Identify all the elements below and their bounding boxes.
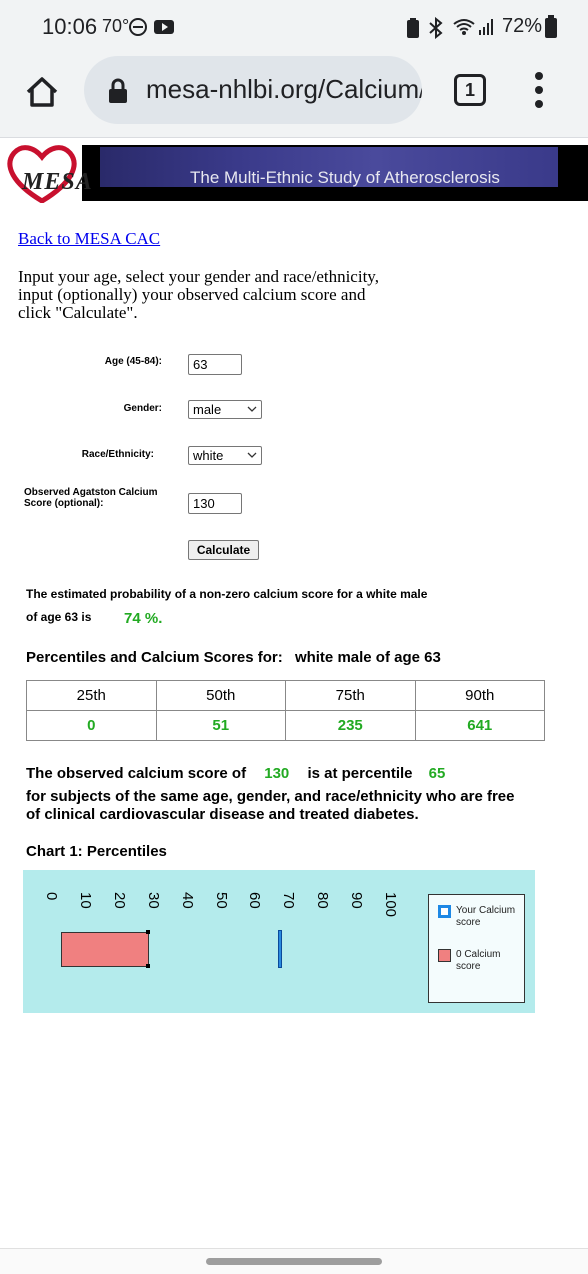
age-label: Age (45-84): (104, 356, 162, 367)
zero-calcium-bar (61, 932, 150, 967)
home-icon[interactable] (22, 72, 62, 112)
x-tick-label: 80 (314, 892, 332, 909)
table-header-cell: 90th (414, 680, 545, 711)
probability-text-line1: The estimated probability of a non-zero … (26, 587, 428, 601)
x-tick-label: 70 (280, 892, 298, 909)
bluetooth-icon (429, 17, 443, 39)
do-not-disturb-icon (129, 18, 147, 36)
legend-swatch-zero-calcium (438, 949, 451, 962)
x-tick-label: 30 (144, 892, 162, 909)
table-cell: 51 (155, 710, 286, 741)
table-cell: 641 (414, 710, 545, 741)
zero-calcium-bar-corner (146, 930, 151, 934)
observed-score-value: 130 (264, 765, 290, 782)
wifi-icon (453, 19, 475, 35)
home-gesture-handle[interactable] (206, 1258, 382, 1265)
legend-label: Your Calcium score (456, 905, 516, 928)
observed-line3: of clinical cardiovascular disease and t… (26, 806, 419, 823)
table-header-cell: 25th (26, 680, 157, 711)
signal-icon (479, 19, 493, 35)
overflow-menu-icon[interactable] (530, 72, 550, 108)
mesa-logo-text: MESA (22, 169, 93, 195)
tab-switcher-button[interactable]: 1 (454, 74, 486, 106)
x-tick-label: 50 (212, 892, 230, 909)
table-header-cell: 75th (285, 680, 416, 711)
race-ethnicity-label: Race/Ethnicity: (81, 449, 154, 460)
probability-text-line2: of age 63 is (26, 610, 92, 624)
percentiles-table: 25th 50th 75th 90th 0 51 235 641 (26, 680, 545, 741)
status-time: 10:06 (42, 14, 98, 39)
percentile-chart: Your Calcium score 0 Calcium score 0 10 20… (23, 870, 535, 1013)
zero-calcium-bar-corner (146, 964, 151, 968)
gender-label: Gender: (123, 403, 162, 414)
back-to-mesa-cac-link[interactable]: Back to MESA CAC (18, 229, 160, 249)
gender-select-value: male (193, 402, 222, 417)
table-header-row: 25th 50th 75th 90th (26, 680, 545, 711)
x-tick-label: 60 (246, 892, 264, 909)
browser-toolbar: mesa-nhlbi.org/Calcium/input.aspx 1 (0, 52, 588, 138)
your-score-marker (278, 930, 283, 968)
chart-legend: Your Calcium score 0 Calcium score (428, 894, 525, 1003)
observed-percentile-value: 65 (428, 765, 446, 782)
table-row: 0 51 235 641 (26, 710, 545, 741)
x-tick-label: 40 (178, 892, 196, 909)
url-text: mesa-nhlbi.org/Calcium/input.aspx (146, 74, 422, 104)
x-tick-label: 100 (382, 892, 399, 918)
probability-value: 74 %. (124, 610, 163, 627)
navigation-bar (0, 1248, 588, 1274)
x-tick-label: 10 (76, 892, 94, 909)
address-bar[interactable]: mesa-nhlbi.org/Calcium/input.aspx (84, 56, 422, 124)
chevron-down-icon (247, 452, 257, 458)
chevron-down-icon (247, 406, 257, 412)
instructions-text: Input your age, select your gender and r… (18, 267, 379, 322)
mesa-banner: The Multi-Ethnic Study of Atherosclerosi… (0, 141, 588, 205)
banner-title: The Multi-Ethnic Study of Atherosclerosi… (190, 168, 500, 187)
observed-middle: is at percentile (307, 765, 413, 782)
legend-label: 0 Calcium score (456, 949, 501, 972)
percentiles-heading: Percentiles and Calcium Scores for: whit… (26, 649, 441, 666)
battery-saver-icon (407, 18, 419, 38)
x-tick-label: 20 (110, 892, 128, 909)
observed-line2: for subjects of the same age, gender, an… (26, 788, 515, 805)
table-cell: 0 (26, 710, 157, 741)
gender-select[interactable]: male (188, 400, 262, 419)
status-temperature: 70° (102, 16, 130, 36)
legend-swatch-your-score (438, 905, 451, 918)
chart-title: Chart 1: Percentiles (26, 843, 167, 860)
battery-icon (545, 15, 557, 38)
table-cell: 235 (285, 710, 416, 741)
lock-icon (109, 78, 127, 103)
calculate-button[interactable]: Calculate (188, 540, 259, 560)
status-bar: 10:06 70° 72% (0, 0, 588, 52)
x-tick-label: 0 (43, 892, 60, 901)
x-tick-label: 90 (348, 892, 366, 909)
percentiles-heading-subject: white male of age 63 (294, 649, 441, 666)
calcium-score-input[interactable]: 130 (188, 493, 242, 514)
race-select-value: white (193, 448, 224, 463)
race-ethnicity-select[interactable]: white (188, 446, 262, 465)
youtube-icon (154, 20, 174, 34)
battery-percentage: 72% (502, 15, 543, 37)
table-header-cell: 50th (155, 680, 286, 711)
observed-prefix: The observed calcium score of (26, 765, 247, 782)
age-input[interactable]: 63 (188, 354, 242, 375)
percentiles-heading-label: Percentiles and Calcium Scores for: (26, 649, 283, 666)
calcium-score-label: Observed Agatston Calcium Score (optiona… (24, 487, 158, 509)
observed-score-line: The observed calcium score of 130 is at … (26, 765, 445, 782)
